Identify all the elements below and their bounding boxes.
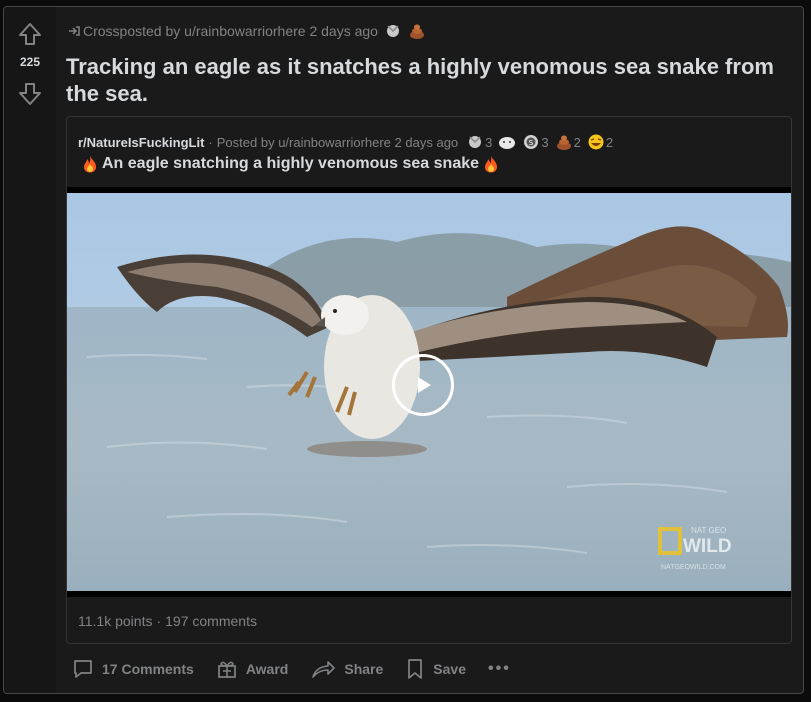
award-label: Award <box>245 661 289 677</box>
silver-award[interactable]: 3 <box>466 133 492 151</box>
video-player[interactable]: NAT GEO WILD NATGEOWILD.COM <box>67 187 791 597</box>
comments-label: 17 Comments <box>102 661 194 677</box>
watermark-top: NAT GEO <box>691 526 726 535</box>
svg-text:S: S <box>529 139 534 147</box>
comment-icon <box>72 658 94 680</box>
points-count[interactable]: 11.1k points <box>78 613 152 629</box>
helpful-award-icon: S <box>524 135 539 149</box>
laughing-award[interactable]: 2 <box>587 133 613 151</box>
downvote-button[interactable] <box>17 81 43 107</box>
award-button[interactable]: Award <box>210 651 295 687</box>
poop-award-icon <box>556 135 571 150</box>
poop-award[interactable]: 2 <box>555 133 581 151</box>
more-options-icon: ••• <box>487 660 511 677</box>
award-count: 3 <box>485 134 493 150</box>
comments-button[interactable]: 17 Comments <box>66 651 200 687</box>
original-post-title[interactable]: An eagle snatching a highly venomous sea… <box>78 155 503 173</box>
original-posted-by[interactable]: Posted by u/rainbowarriorhere <box>217 135 391 150</box>
crosspost-time[interactable]: 2 days ago <box>309 23 378 39</box>
original-awards: 3 S 3 2 2 <box>466 133 619 151</box>
gift-icon <box>216 658 238 680</box>
upvote-button[interactable] <box>17 21 43 47</box>
laughing-award-icon <box>588 134 604 150</box>
wholesome-seal-award[interactable] <box>498 133 516 151</box>
post-actions: 17 Comments Award Share Save ••• <box>66 649 527 689</box>
watermark-main: WILD <box>683 536 732 557</box>
more-options-button[interactable]: ••• <box>482 651 517 687</box>
silver-award-icon[interactable] <box>384 22 402 40</box>
save-button[interactable]: Save <box>399 651 472 687</box>
crosspost-icon <box>68 25 80 37</box>
share-button[interactable]: Share <box>304 651 389 687</box>
award-count: 3 <box>541 134 549 150</box>
fire-icon <box>484 155 498 173</box>
fire-icon <box>83 155 97 173</box>
award-count: 2 <box>573 134 581 150</box>
crosspost-user-link[interactable]: u/rainbowarriorhere <box>184 23 305 39</box>
vote-column: 225 <box>4 7 56 693</box>
save-label: Save <box>433 661 466 677</box>
subreddit-link[interactable]: r/NatureIsFuckingLit <box>78 135 204 150</box>
upvote-arrow-icon <box>19 23 41 45</box>
original-time[interactable]: 2 days ago <box>395 135 459 150</box>
original-title-text: An eagle snatching a highly venomous sea… <box>102 155 480 172</box>
post-title[interactable]: Tracking an eagle as it snatches a highl… <box>66 53 796 107</box>
crosspost-info: Crossposted by u/rainbowarriorhere 2 day… <box>68 22 426 40</box>
share-icon <box>310 658 336 680</box>
watermark-url: NATGEOWILD.COM <box>661 564 726 571</box>
silver-award-icon <box>469 136 482 148</box>
downvote-arrow-icon <box>19 83 41 105</box>
wholesome-seal-award-icon <box>499 137 516 149</box>
crosspost-card[interactable]: r/NatureIsFuckingLit · Posted by u/rainb… <box>66 116 792 644</box>
poop-award-icon[interactable] <box>408 22 426 40</box>
helpful-award[interactable]: S 3 <box>522 133 549 151</box>
post-card: 225 Crossposted by u/rainbowarriorhere 2… <box>3 6 804 694</box>
share-label: Share <box>344 661 384 677</box>
original-stats: 11.1k points · 197 comments <box>78 613 257 629</box>
original-post-meta: r/NatureIsFuckingLit · Posted by u/rainb… <box>78 133 619 151</box>
vote-score: 225 <box>19 55 41 69</box>
play-button[interactable] <box>392 354 454 416</box>
award-count: 2 <box>605 134 614 150</box>
stats-separator: · <box>156 613 162 629</box>
comments-count[interactable]: 197 comments <box>165 613 257 629</box>
meta-separator: · <box>208 134 213 150</box>
crosspost-prefix: Crossposted by <box>83 23 181 39</box>
bookmark-icon <box>405 658 425 680</box>
play-icon <box>418 377 431 393</box>
